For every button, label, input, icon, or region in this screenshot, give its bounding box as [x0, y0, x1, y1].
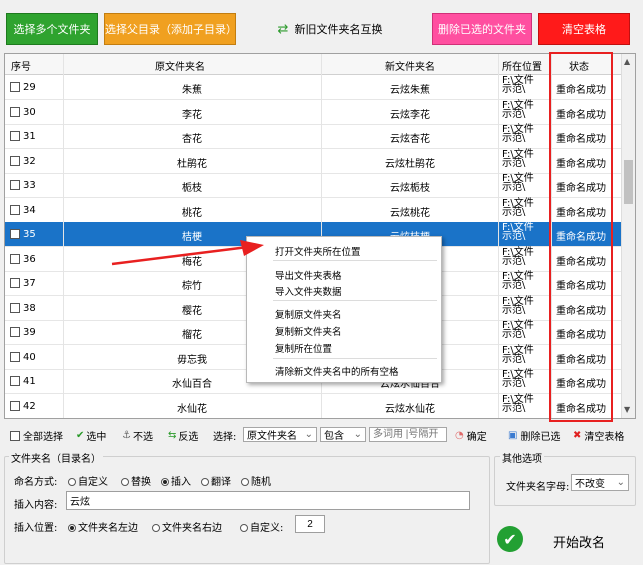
field-select-value: 原文件夹名: [247, 431, 297, 442]
pos-left-radio[interactable]: 文件夹名左边: [68, 519, 138, 534]
pos-right-label: 文件夹名右边: [162, 523, 222, 534]
clear-table-label: 清空表格: [584, 432, 625, 443]
pos-right-radio[interactable]: 文件夹名右边: [152, 519, 222, 534]
naming-mode-label: 命名方式:: [14, 477, 58, 488]
chevron-down-icon: ⌄: [353, 429, 362, 440]
mode-insert-radio[interactable]: 插入: [161, 473, 191, 488]
confirm-button[interactable]: ◔ 确定: [455, 428, 487, 443]
pos-left-label: 文件夹名左边: [78, 523, 138, 534]
chevron-down-icon: ⌄: [304, 429, 313, 440]
case-select[interactable]: 不改变 ⌄: [571, 474, 629, 491]
chevron-down-icon: ⌄: [616, 477, 625, 488]
select-label: 选择:: [213, 432, 237, 443]
mode-custom-label: 自定义: [78, 477, 108, 488]
confirm-icon: ◔: [455, 430, 464, 441]
clear-table-small-button[interactable]: ✖ 清空表格: [573, 428, 624, 443]
delete-selected-label: 删除已选: [520, 432, 561, 443]
check-icon: ✔: [76, 430, 85, 441]
mode-replace-label: 替换: [131, 477, 151, 488]
pos-custom-radio[interactable]: 自定义:: [240, 519, 283, 534]
insert-content-label: 插入内容:: [14, 500, 58, 511]
start-rename-button[interactable]: 开始改名: [553, 532, 605, 551]
delete-selected-button[interactable]: ▣ 删除已选: [508, 428, 560, 443]
match-select-value: 包含: [324, 431, 344, 442]
select-all-label: 全部选择: [23, 432, 63, 443]
invert-icon: ⇆: [168, 430, 177, 441]
select-all-checkbox[interactable]: 全部选择: [10, 428, 63, 443]
mode-replace-radio[interactable]: 替换: [121, 473, 151, 488]
start-check-icon[interactable]: ✔: [497, 526, 523, 552]
field-select[interactable]: 原文件夹名 ⌄: [243, 427, 317, 442]
other-options-title: 其他选项: [500, 450, 544, 465]
uncheck-label: 不选: [132, 432, 153, 443]
keyword-input[interactable]: [369, 427, 447, 442]
insert-content-input[interactable]: [66, 491, 470, 510]
case-label: 文件夹名字母:: [506, 482, 570, 493]
uncheck-icon: ⚓: [122, 430, 131, 441]
mode-random-radio[interactable]: 随机: [241, 473, 271, 488]
match-select[interactable]: 包含 ⌄: [320, 427, 366, 442]
pos-custom-input[interactable]: [295, 515, 325, 533]
clear-icon: ✖: [573, 430, 582, 441]
mode-random-label: 随机: [251, 477, 271, 488]
check-button[interactable]: ✔ 选中: [76, 428, 106, 443]
confirm-label: 确定: [466, 432, 487, 443]
folder-name-group-title: 文件夹名（目录名）: [9, 450, 103, 465]
invert-button[interactable]: ⇆ 反选: [168, 428, 198, 443]
case-select-value: 不改变: [575, 479, 605, 490]
insert-position-label: 插入位置:: [14, 523, 58, 534]
mode-custom-radio[interactable]: 自定义: [68, 473, 108, 488]
delete-icon: ▣: [508, 430, 518, 441]
uncheck-button[interactable]: ⚓ 不选: [122, 428, 153, 443]
pos-custom-label: 自定义:: [250, 523, 284, 534]
invert-label: 反选: [178, 432, 199, 443]
mode-insert-label: 插入: [171, 477, 191, 488]
mode-translate-label: 翻译: [211, 477, 231, 488]
mode-translate-radio[interactable]: 翻译: [201, 473, 231, 488]
check-label: 选中: [86, 432, 107, 443]
